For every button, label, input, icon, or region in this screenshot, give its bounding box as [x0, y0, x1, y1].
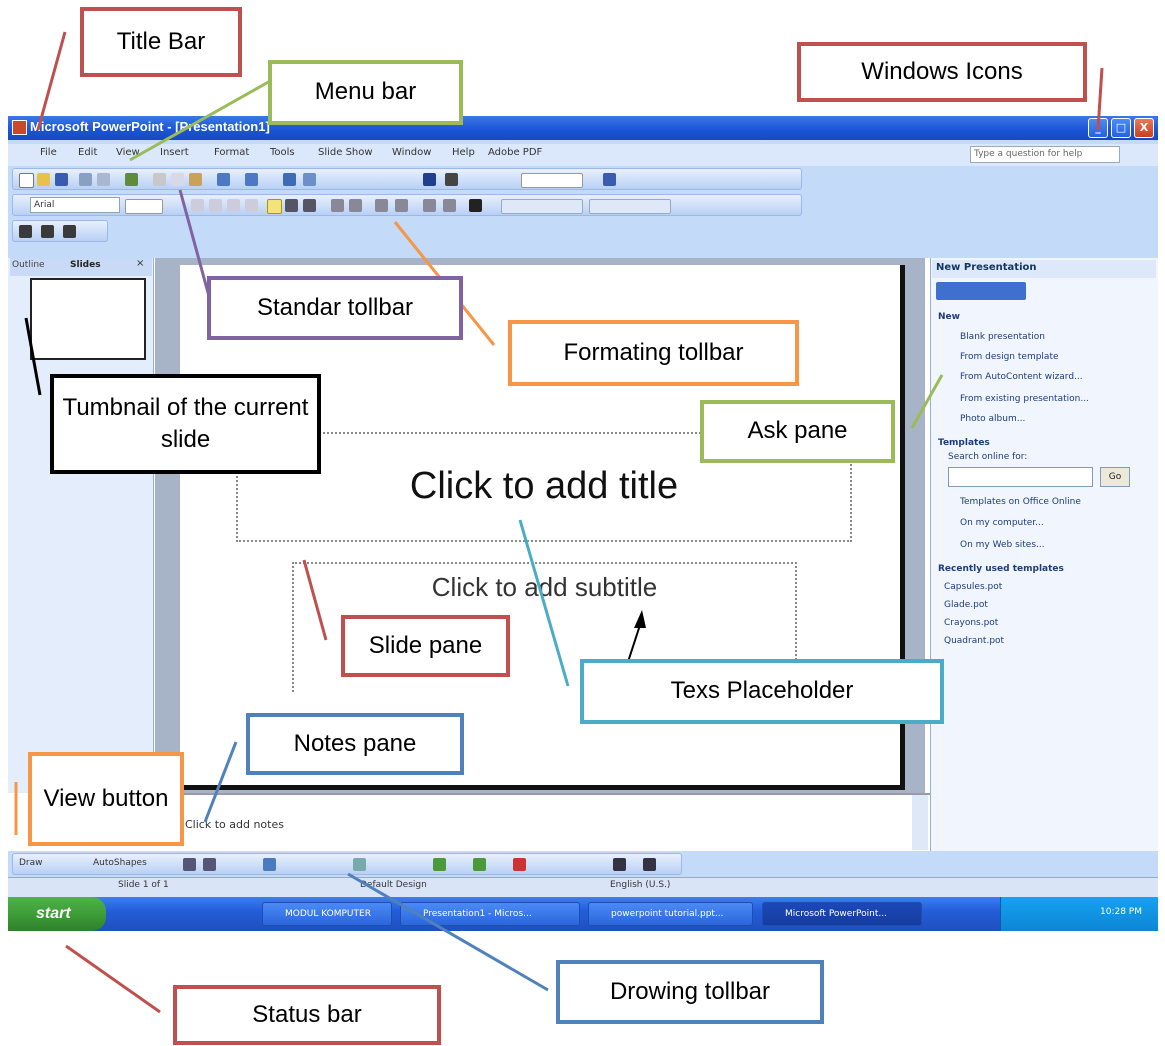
subtitle-arrowhead [634, 610, 646, 628]
text-placeholder-leader [518, 519, 570, 687]
ask-pane-leader [910, 374, 944, 429]
callout-title-bar: Title Bar [80, 7, 242, 77]
callout-thumbnail: Tumbnail of the current slide [50, 374, 321, 474]
drawing-toolbar-leader [347, 872, 549, 992]
menu-bar-leader [129, 78, 273, 162]
callout-view-button: View button [28, 752, 184, 846]
notes-pane-leader [203, 741, 238, 823]
callout-notes-pane: Notes pane [246, 713, 464, 775]
callout-slide-pane: Slide pane [341, 615, 510, 677]
callout-formatting-toolbar: Formating tollbar [508, 320, 799, 386]
callout-ask-pane: Ask pane [700, 400, 895, 463]
standard-toolbar-leader [178, 189, 212, 301]
callout-status-bar: Status bar [173, 985, 441, 1045]
title-bar-leader [36, 31, 67, 131]
callout-drawing-toolbar: Drowing tollbar [556, 960, 824, 1024]
status-bar-leader [65, 944, 161, 1014]
callout-menu-bar: Menu bar [268, 60, 463, 125]
callout-standard-toolbar: Standar tollbar [207, 276, 463, 340]
slide-pane-leader [302, 559, 328, 641]
callout-windows-icons: Windows Icons [797, 42, 1087, 102]
windows-icons-leader [1096, 67, 1104, 131]
thumbnail-leader [24, 317, 42, 396]
callout-leader-lines [14, 31, 1104, 1014]
callout-text-placeholder: Texs Placeholder [580, 659, 944, 724]
